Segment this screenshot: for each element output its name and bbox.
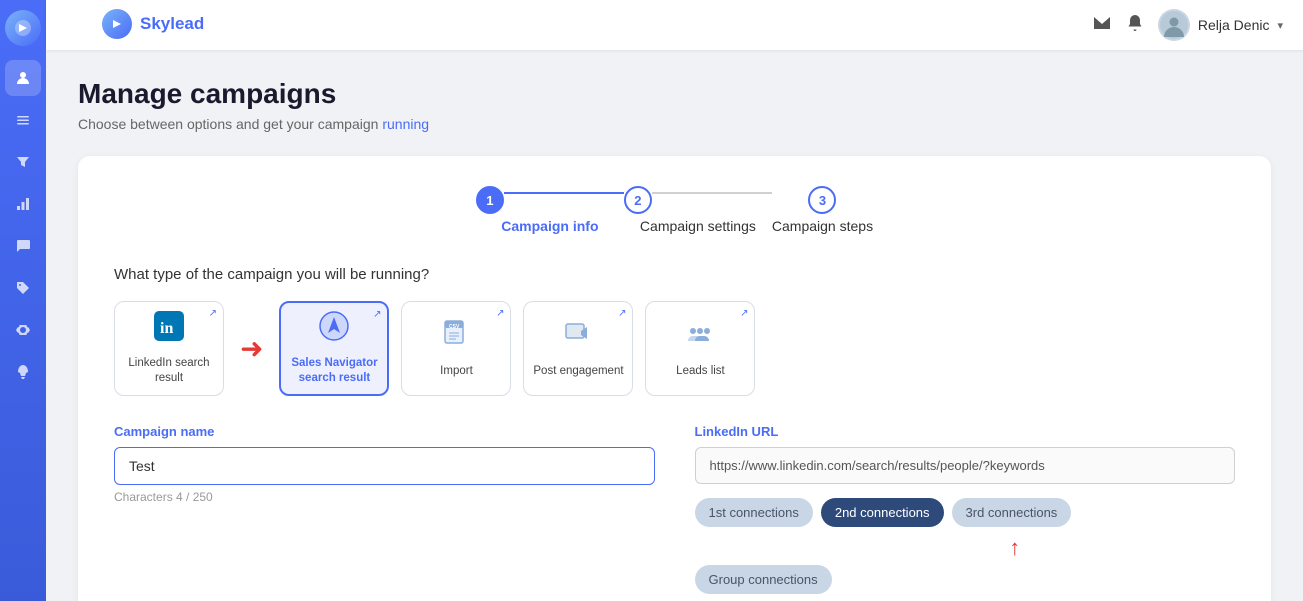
stepper-step-1[interactable]: 1 Campaign info xyxy=(476,186,624,234)
topbar-bell-icon[interactable] xyxy=(1126,14,1144,37)
step-1-label: Campaign info xyxy=(501,218,598,234)
sidebar-item-funnel[interactable] xyxy=(5,144,41,180)
sidebar-item-messages[interactable] xyxy=(5,228,41,264)
skylead-logo-icon xyxy=(13,18,33,38)
type-card-linkedin-search-label: LinkedIn search result xyxy=(123,356,215,386)
type-card-post-engagement[interactable]: ↗ Post engagement xyxy=(523,301,633,396)
campaign-name-input[interactable] xyxy=(114,447,655,485)
sidebar-item-user[interactable] xyxy=(5,60,41,96)
step-1-circle: 1 xyxy=(476,186,504,214)
conn-btn-2nd[interactable]: 2nd connections xyxy=(821,498,944,527)
ext-icon-sales-nav: ↗ xyxy=(373,309,381,320)
brand-logo-icon xyxy=(109,16,125,32)
conn-btn-1st[interactable]: 1st connections xyxy=(695,498,813,527)
campaign-name-section: Campaign name Characters 4 / 250 xyxy=(114,424,655,594)
linkedin-icon: in xyxy=(154,311,184,348)
type-card-leads-list-label: Leads list xyxy=(676,364,725,379)
ext-icon-post-engagement: ↗ xyxy=(618,308,626,319)
topbar-brand: Skylead xyxy=(102,9,204,39)
funnel-icon xyxy=(15,154,31,170)
conn-btn-group[interactable]: Group connections xyxy=(695,565,832,594)
step-3-circle: 3 xyxy=(808,186,836,214)
sidebar-item-rocket[interactable] xyxy=(5,354,41,390)
post-engagement-icon xyxy=(563,319,593,356)
sidebar-item-analytics[interactable] xyxy=(5,186,41,222)
leads-list-icon xyxy=(685,319,715,356)
type-card-sales-navigator[interactable]: ↗ Sales Navigator search result xyxy=(279,301,389,396)
connections-row: 1st connections 2nd connections 3rd conn… xyxy=(695,498,1236,527)
type-card-linkedin-search[interactable]: ↗ in LinkedIn search result xyxy=(114,301,224,396)
connections-row-2: Group connections xyxy=(695,565,1236,594)
type-card-import-label: Import xyxy=(440,364,473,379)
topbar-user[interactable]: Relja Denic ▾ xyxy=(1158,9,1283,41)
settings-icon xyxy=(15,322,31,338)
sidebar-item-tags[interactable] xyxy=(5,270,41,306)
type-card-leads-list[interactable]: ↗ Leads list xyxy=(645,301,755,396)
topbar-username: Relja Denic xyxy=(1198,17,1270,33)
arrow-up-wrapper: ↑ xyxy=(695,535,1236,559)
analytics-icon xyxy=(15,196,31,212)
avatar xyxy=(1158,9,1190,41)
stepper: 1 Campaign info 2 Campaign settings xyxy=(114,186,1235,234)
page-title: Manage campaigns xyxy=(78,78,1271,110)
step-2-label: Campaign settings xyxy=(640,218,756,234)
campaign-types-row: ↗ in LinkedIn search result ➜ ↗ Sales Na… xyxy=(114,301,1235,396)
subtitle-link[interactable]: running xyxy=(382,116,429,132)
bottom-section: Campaign name Characters 4 / 250 LinkedI… xyxy=(114,424,1235,594)
sales-nav-icon xyxy=(319,311,349,348)
linkedin-url-label: LinkedIn URL xyxy=(695,424,1236,439)
type-card-import[interactable]: ↗ CSV Import xyxy=(401,301,511,396)
topbar-mail-icon[interactable] xyxy=(1092,13,1112,38)
avatar-image xyxy=(1160,11,1188,39)
filters-icon xyxy=(15,112,31,128)
step-3-label: Campaign steps xyxy=(772,218,873,234)
brand-name: Skylead xyxy=(140,14,204,34)
ext-icon-import: ↗ xyxy=(496,308,504,319)
step-2-circle: 2 xyxy=(624,186,652,214)
type-card-post-engagement-label: Post engagement xyxy=(533,364,623,379)
user-icon xyxy=(15,70,31,86)
step-2-line xyxy=(652,192,772,194)
rocket-icon xyxy=(15,364,31,380)
main-content: Manage campaigns Choose between options … xyxy=(46,50,1303,601)
arrow-right-red: ➜ xyxy=(240,332,263,365)
sidebar-item-filters[interactable] xyxy=(5,102,41,138)
import-icon: CSV xyxy=(441,319,471,356)
sidebar-item-settings[interactable] xyxy=(5,312,41,348)
linkedin-url-input[interactable] xyxy=(695,447,1236,484)
step-1-line xyxy=(504,192,624,194)
brand-logo xyxy=(102,9,132,39)
sidebar-logo xyxy=(5,10,41,46)
topbar: Skylead Relja Denic ▾ xyxy=(46,0,1303,50)
tags-icon xyxy=(15,280,31,296)
arrow-up-red-icon: ↑ xyxy=(1009,537,1020,559)
campaign-card: 1 Campaign info 2 Campaign settings xyxy=(78,156,1271,601)
conn-btn-3rd[interactable]: 3rd connections xyxy=(952,498,1072,527)
linkedin-url-section: LinkedIn URL 1st connections 2nd connect… xyxy=(695,424,1236,594)
stepper-step-2[interactable]: 2 Campaign settings xyxy=(624,186,772,234)
campaign-name-label: Campaign name xyxy=(114,424,655,439)
sidebar xyxy=(0,0,46,601)
campaign-type-question: What type of the campaign you will be ru… xyxy=(114,266,1235,283)
topbar-chevron-icon: ▾ xyxy=(1277,19,1283,32)
type-card-sales-navigator-label: Sales Navigator search result xyxy=(289,356,379,386)
stepper-step-3[interactable]: 3 Campaign steps xyxy=(772,186,873,234)
ext-icon-linkedin: ↗ xyxy=(209,308,217,319)
ext-icon-leads-list: ↗ xyxy=(740,308,748,319)
connections-wrapper: 1st connections 2nd connections 3rd conn… xyxy=(695,498,1236,594)
messages-icon xyxy=(15,238,31,254)
svg-text:in: in xyxy=(160,320,173,337)
char-count: Characters 4 / 250 xyxy=(114,490,655,504)
page-subtitle: Choose between options and get your camp… xyxy=(78,116,1271,132)
svg-text:CSV: CSV xyxy=(449,324,460,330)
